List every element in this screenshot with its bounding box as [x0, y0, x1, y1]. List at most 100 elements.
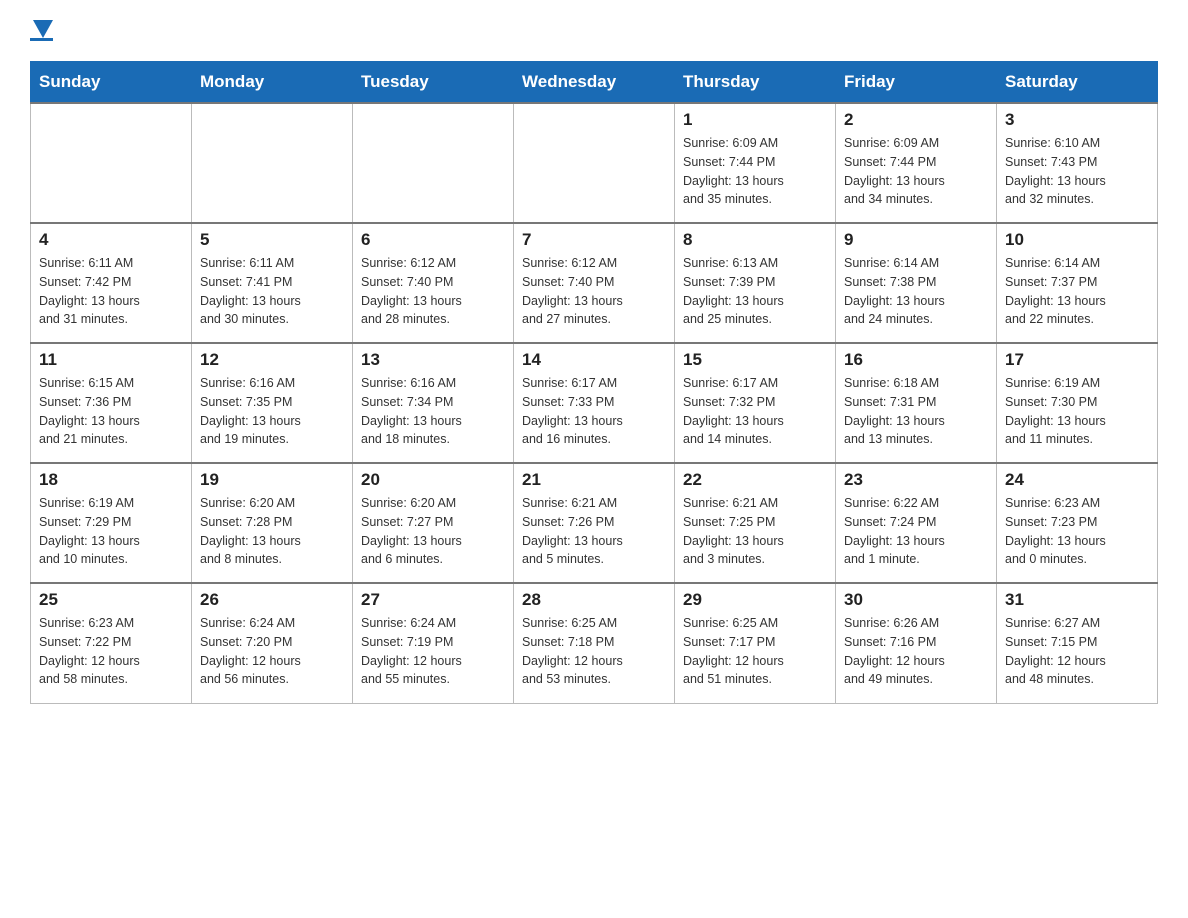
calendar-week-row: 4 Sunrise: 6:11 AMSunset: 7:42 PMDaylight… — [31, 223, 1158, 343]
calendar-cell: 14 Sunrise: 6:17 AMSunset: 7:33 PMDayligh… — [514, 343, 675, 463]
day-number: 17 — [1005, 350, 1149, 370]
calendar-cell: 4 Sunrise: 6:11 AMSunset: 7:42 PMDaylight… — [31, 223, 192, 343]
calendar-cell: 22 Sunrise: 6:21 AMSunset: 7:25 PMDayligh… — [675, 463, 836, 583]
day-info: Sunrise: 6:24 AMSunset: 7:20 PMDaylight:… — [200, 614, 344, 689]
calendar-cell: 5Sunrise: 6:11 AMSunset: 7:41 PMDaylight… — [192, 223, 353, 343]
day-info: Sunrise: 6:12 AMSunset: 7:40 PMDaylight:… — [522, 254, 666, 329]
calendar-cell: 18 Sunrise: 6:19 AMSunset: 7:29 PMDayligh… — [31, 463, 192, 583]
logo-underline — [30, 38, 53, 41]
calendar-cell: 3 Sunrise: 6:10 AMSunset: 7:43 PMDaylight… — [997, 103, 1158, 223]
calendar-cell — [31, 103, 192, 223]
calendar-cell: 9 Sunrise: 6:14 AMSunset: 7:38 PMDaylight… — [836, 223, 997, 343]
calendar-cell: 6 Sunrise: 6:12 AMSunset: 7:40 PMDaylight… — [353, 223, 514, 343]
day-info: Sunrise: 6:15 AMSunset: 7:36 PMDaylight:… — [39, 374, 183, 449]
day-info: Sunrise: 6:09 AMSunset: 7:44 PMDaylight:… — [844, 134, 988, 209]
day-info: Sunrise: 6:16 AMSunset: 7:34 PMDaylight:… — [361, 374, 505, 449]
day-number: 3 — [1005, 110, 1149, 130]
day-info: Sunrise: 6:23 AMSunset: 7:22 PMDaylight:… — [39, 614, 183, 689]
calendar-cell: 28Sunrise: 6:25 AMSunset: 7:18 PMDayligh… — [514, 583, 675, 703]
day-info: Sunrise: 6:22 AMSunset: 7:24 PMDaylight:… — [844, 494, 988, 569]
weekday-header-monday: Monday — [192, 62, 353, 104]
day-number: 13 — [361, 350, 505, 370]
calendar-table: SundayMondayTuesdayWednesdayThursdayFrid… — [30, 61, 1158, 704]
day-number: 6 — [361, 230, 505, 250]
day-number: 14 — [522, 350, 666, 370]
day-number: 9 — [844, 230, 988, 250]
day-number: 27 — [361, 590, 505, 610]
day-info: Sunrise: 6:19 AMSunset: 7:29 PMDaylight:… — [39, 494, 183, 569]
calendar-cell: 16 Sunrise: 6:18 AMSunset: 7:31 PMDayligh… — [836, 343, 997, 463]
weekday-header-friday: Friday — [836, 62, 997, 104]
day-number: 26 — [200, 590, 344, 610]
day-info: Sunrise: 6:21 AMSunset: 7:26 PMDaylight:… — [522, 494, 666, 569]
weekday-header-wednesday: Wednesday — [514, 62, 675, 104]
day-info: Sunrise: 6:25 AMSunset: 7:18 PMDaylight:… — [522, 614, 666, 689]
calendar-cell: 26 Sunrise: 6:24 AMSunset: 7:20 PMDayligh… — [192, 583, 353, 703]
day-info: Sunrise: 6:13 AMSunset: 7:39 PMDaylight:… — [683, 254, 827, 329]
day-info: Sunrise: 6:17 AMSunset: 7:33 PMDaylight:… — [522, 374, 666, 449]
day-number: 7 — [522, 230, 666, 250]
day-info: Sunrise: 6:21 AMSunset: 7:25 PMDaylight:… — [683, 494, 827, 569]
page-header — [30, 20, 1158, 41]
calendar-cell: 25 Sunrise: 6:23 AMSunset: 7:22 PMDayligh… — [31, 583, 192, 703]
day-number: 10 — [1005, 230, 1149, 250]
calendar-cell: 21Sunrise: 6:21 AMSunset: 7:26 PMDayligh… — [514, 463, 675, 583]
day-number: 8 — [683, 230, 827, 250]
calendar-week-row: 18 Sunrise: 6:19 AMSunset: 7:29 PMDayligh… — [31, 463, 1158, 583]
calendar-cell: 17 Sunrise: 6:19 AMSunset: 7:30 PMDayligh… — [997, 343, 1158, 463]
day-info: Sunrise: 6:17 AMSunset: 7:32 PMDaylight:… — [683, 374, 827, 449]
day-number: 1 — [683, 110, 827, 130]
day-number: 24 — [1005, 470, 1149, 490]
calendar-week-row: 11 Sunrise: 6:15 AMSunset: 7:36 PMDayligh… — [31, 343, 1158, 463]
calendar-cell — [192, 103, 353, 223]
day-info: Sunrise: 6:11 AMSunset: 7:41 PMDaylight:… — [200, 254, 344, 329]
calendar-cell: 8 Sunrise: 6:13 AMSunset: 7:39 PMDaylight… — [675, 223, 836, 343]
day-number: 18 — [39, 470, 183, 490]
calendar-week-row: 25 Sunrise: 6:23 AMSunset: 7:22 PMDayligh… — [31, 583, 1158, 703]
day-number: 4 — [39, 230, 183, 250]
day-number: 16 — [844, 350, 988, 370]
day-number: 30 — [844, 590, 988, 610]
calendar-cell — [353, 103, 514, 223]
day-info: Sunrise: 6:24 AMSunset: 7:19 PMDaylight:… — [361, 614, 505, 689]
day-info: Sunrise: 6:10 AMSunset: 7:43 PMDaylight:… — [1005, 134, 1149, 209]
day-info: Sunrise: 6:12 AMSunset: 7:40 PMDaylight:… — [361, 254, 505, 329]
weekday-header-saturday: Saturday — [997, 62, 1158, 104]
day-info: Sunrise: 6:11 AMSunset: 7:42 PMDaylight:… — [39, 254, 183, 329]
weekday-header-thursday: Thursday — [675, 62, 836, 104]
calendar-cell: 1 Sunrise: 6:09 AMSunset: 7:44 PMDaylight… — [675, 103, 836, 223]
day-number: 15 — [683, 350, 827, 370]
day-info: Sunrise: 6:20 AMSunset: 7:28 PMDaylight:… — [200, 494, 344, 569]
day-info: Sunrise: 6:20 AMSunset: 7:27 PMDaylight:… — [361, 494, 505, 569]
calendar-cell: 15 Sunrise: 6:17 AMSunset: 7:32 PMDayligh… — [675, 343, 836, 463]
calendar-cell: 31Sunrise: 6:27 AMSunset: 7:15 PMDayligh… — [997, 583, 1158, 703]
day-number: 19 — [200, 470, 344, 490]
calendar-cell: 30Sunrise: 6:26 AMSunset: 7:16 PMDayligh… — [836, 583, 997, 703]
day-number: 22 — [683, 470, 827, 490]
calendar-cell: 29Sunrise: 6:25 AMSunset: 7:17 PMDayligh… — [675, 583, 836, 703]
calendar-cell: 12Sunrise: 6:16 AMSunset: 7:35 PMDayligh… — [192, 343, 353, 463]
day-info: Sunrise: 6:14 AMSunset: 7:37 PMDaylight:… — [1005, 254, 1149, 329]
weekday-header-sunday: Sunday — [31, 62, 192, 104]
calendar-cell: 13 Sunrise: 6:16 AMSunset: 7:34 PMDayligh… — [353, 343, 514, 463]
calendar-cell: 23Sunrise: 6:22 AMSunset: 7:24 PMDayligh… — [836, 463, 997, 583]
day-info: Sunrise: 6:09 AMSunset: 7:44 PMDaylight:… — [683, 134, 827, 209]
calendar-cell — [514, 103, 675, 223]
day-info: Sunrise: 6:18 AMSunset: 7:31 PMDaylight:… — [844, 374, 988, 449]
day-number: 31 — [1005, 590, 1149, 610]
calendar-cell: 2Sunrise: 6:09 AMSunset: 7:44 PMDaylight… — [836, 103, 997, 223]
logo — [30, 20, 53, 41]
day-info: Sunrise: 6:23 AMSunset: 7:23 PMDaylight:… — [1005, 494, 1149, 569]
day-info: Sunrise: 6:14 AMSunset: 7:38 PMDaylight:… — [844, 254, 988, 329]
calendar-cell: 20Sunrise: 6:20 AMSunset: 7:27 PMDayligh… — [353, 463, 514, 583]
day-info: Sunrise: 6:19 AMSunset: 7:30 PMDaylight:… — [1005, 374, 1149, 449]
day-number: 12 — [200, 350, 344, 370]
calendar-cell: 27 Sunrise: 6:24 AMSunset: 7:19 PMDayligh… — [353, 583, 514, 703]
calendar-cell: 24 Sunrise: 6:23 AMSunset: 7:23 PMDayligh… — [997, 463, 1158, 583]
day-number: 11 — [39, 350, 183, 370]
calendar-cell: 11 Sunrise: 6:15 AMSunset: 7:36 PMDayligh… — [31, 343, 192, 463]
day-number: 25 — [39, 590, 183, 610]
day-info: Sunrise: 6:25 AMSunset: 7:17 PMDaylight:… — [683, 614, 827, 689]
calendar-cell: 19 Sunrise: 6:20 AMSunset: 7:28 PMDayligh… — [192, 463, 353, 583]
calendar-week-row: 1 Sunrise: 6:09 AMSunset: 7:44 PMDaylight… — [31, 103, 1158, 223]
